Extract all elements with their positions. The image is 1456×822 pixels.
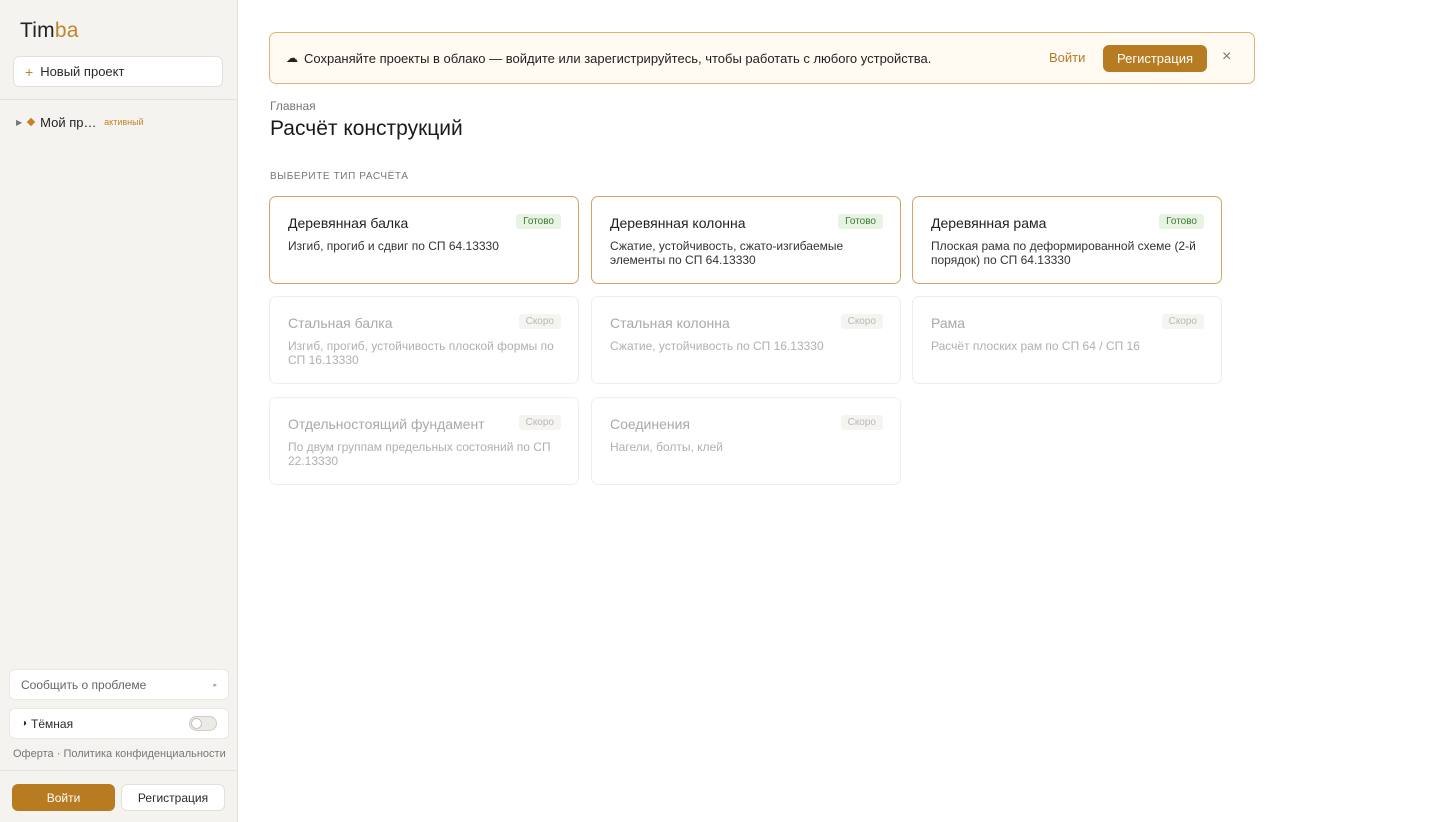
section-label: Выберите тип расчёта (270, 171, 409, 182)
sidebar-divider (0, 99, 238, 100)
status-badge: Скоро (1161, 314, 1204, 329)
calc-card-wood-frame[interactable]: Деревянная рама Плоская рама по деформир… (912, 196, 1222, 284)
breadcrumb[interactable]: Главная (270, 99, 316, 113)
banner-login-link[interactable]: Войти (1049, 50, 1085, 65)
app-logo[interactable]: Timba (20, 19, 79, 43)
calc-card-wood-column[interactable]: Деревянная колонна Сжатие, устойчивость,… (591, 196, 901, 284)
cloud-icon: ☁ (286, 51, 298, 65)
card-description: Изгиб, прогиб и сдвиг по СП 64.13330 (288, 239, 499, 253)
calc-card-foundation: Отдельностоящий фундамент По двум группа… (269, 397, 579, 485)
page-title: Расчёт конструкций (270, 117, 463, 140)
project-name: Мой пр… (40, 114, 97, 130)
calc-card-connections: Соединения Нагели, болты, клей Скоро (591, 397, 901, 485)
dark-mode-toggle[interactable] (189, 716, 217, 731)
logo-accent-text: ba (54, 19, 79, 42)
card-description: Расчёт плоских рам по СП 64 / СП 16 (931, 339, 1140, 353)
legal-separator: · (56, 748, 61, 760)
privacy-policy-link[interactable]: Политика конфиденциальности (63, 748, 225, 760)
chevron-right-icon: ▸ (213, 681, 217, 689)
card-description: Сжатие, устойчивость по СП 16.13330 (610, 339, 824, 353)
banner-message: Сохраняйте проекты в облако — войдите ил… (304, 50, 932, 66)
report-problem-label: Сообщить о проблеме (21, 677, 147, 692)
sidebar-bottom-divider (0, 770, 238, 771)
card-description: Сжатие, устойчивость, сжато-изгибаемые э… (610, 239, 844, 267)
sidebar-login-button[interactable]: Войти (12, 784, 115, 811)
status-badge: Скоро (518, 415, 561, 430)
calc-card-wood-beam[interactable]: Деревянная балка Изгиб, прогиб и сдвиг п… (269, 196, 579, 284)
plus-icon: + (25, 63, 34, 80)
dark-mode-row: ◑ Тёмная (9, 708, 229, 739)
expand-caret-icon[interactable]: ▶ (16, 118, 22, 127)
status-badge: Готово (1159, 214, 1204, 229)
legal-links: Оферта · Политика конфиденциальности (13, 748, 226, 760)
cloud-save-banner: ☁ Сохраняйте проекты в облако — войдите … (269, 32, 1255, 84)
banner-register-button[interactable]: Регистрация (1103, 45, 1207, 72)
card-description: Плоская рама по деформированной схеме (2… (931, 239, 1196, 267)
report-problem-button[interactable]: Сообщить о проблеме ▸ (9, 669, 229, 700)
project-diamond-icon (26, 117, 36, 127)
logo-main-text: Tim (20, 19, 55, 42)
new-project-button[interactable]: + Новый проект (13, 56, 223, 87)
calc-card-frame: Рама Расчёт плоских рам по СП 64 / СП 16… (912, 296, 1222, 384)
offer-link[interactable]: Оферта (13, 748, 54, 760)
calc-card-steel-column: Стальная колонна Сжатие, устойчивость по… (591, 296, 901, 384)
dark-mode-label: Тёмная (31, 716, 74, 731)
project-tree-item[interactable]: ▶ Мой пр… активный (16, 113, 144, 131)
status-badge: Скоро (840, 415, 883, 430)
toggle-knob (191, 718, 202, 729)
sidebar: Timba + Новый проект ▶ Мой пр… активный … (0, 0, 238, 822)
status-badge: Готово (838, 214, 883, 229)
calc-card-steel-beam: Стальная балка Изгиб, прогиб, устойчивос… (269, 296, 579, 384)
contrast-icon: ◑ (21, 718, 28, 729)
card-description: По двум группам предельных состояний по … (288, 440, 551, 468)
card-description: Нагели, болты, клей (610, 440, 723, 454)
card-description: Изгиб, прогиб, устойчивость плоской форм… (288, 339, 554, 367)
close-icon[interactable]: × (1222, 48, 1231, 66)
active-project-badge: активный (104, 117, 144, 127)
status-badge: Готово (516, 214, 561, 229)
status-badge: Скоро (840, 314, 883, 329)
new-project-label: Новый проект (40, 64, 125, 79)
status-badge: Скоро (518, 314, 561, 329)
sidebar-register-button[interactable]: Регистрация (121, 784, 225, 811)
